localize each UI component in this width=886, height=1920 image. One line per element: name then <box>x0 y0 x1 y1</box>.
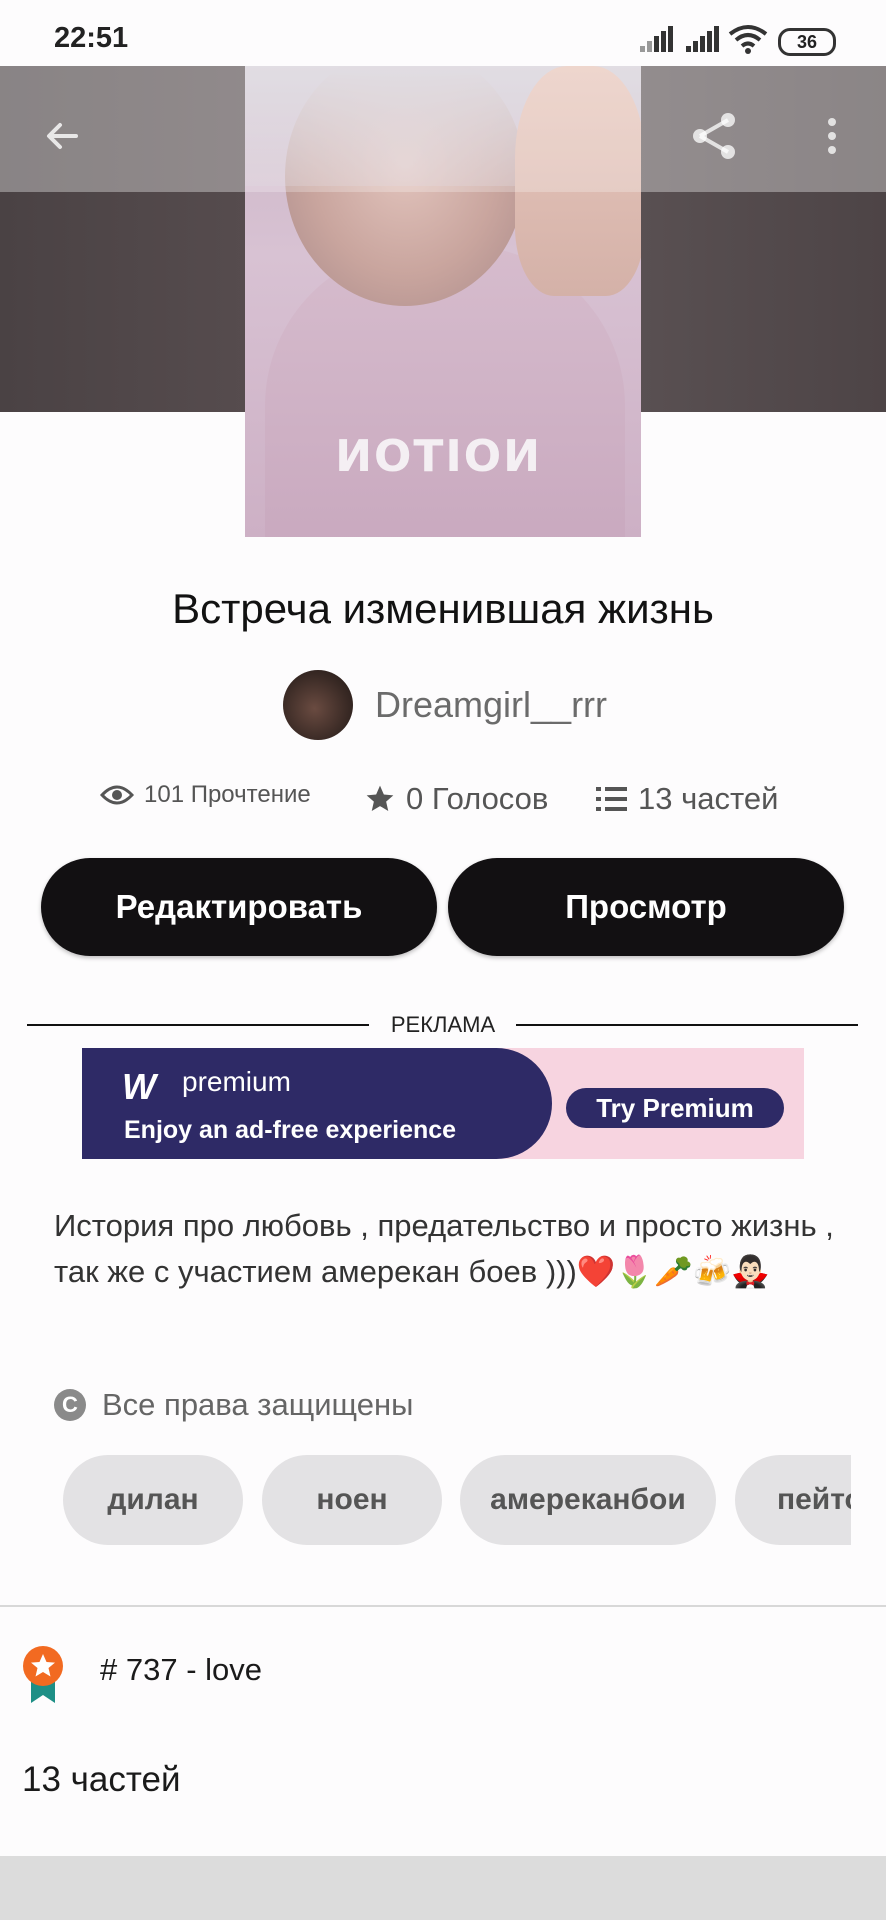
ranking-badge-icon <box>23 1646 63 1703</box>
tag-chip[interactable]: дилан <box>63 1455 243 1545</box>
cover-print-text: NOITON <box>333 431 540 482</box>
tag-chip[interactable]: ноен <box>262 1455 442 1545</box>
ad-banner[interactable]: W premium Enjoy an ad-free experience Tr… <box>82 1048 804 1159</box>
story-title: Встреча изменившая жизнь <box>172 585 714 632</box>
preview-button[interactable]: Просмотр <box>448 858 844 956</box>
story-cover-image[interactable]: NOITON <box>245 66 641 537</box>
reads-stat: 101 Прочтение <box>100 781 311 809</box>
status-bar: 22:51 36 <box>0 0 886 66</box>
cover-top-overlay <box>245 66 641 192</box>
ranking-text[interactable]: # 737 - love <box>100 1652 262 1688</box>
signal-icon-2 <box>686 26 720 52</box>
ad-brand: premium <box>182 1066 291 1097</box>
battery-icon: 36 <box>778 28 836 56</box>
votes-stat: 0 Голосов <box>364 781 548 817</box>
copyright-icon: C <box>54 1389 86 1421</box>
votes-count: 0 Голосов <box>406 781 549 816</box>
reads-count: 101 Прочтение <box>144 781 311 808</box>
bottom-bar <box>0 1856 886 1920</box>
try-premium-button[interactable]: Try Premium <box>566 1088 784 1128</box>
star-icon <box>366 785 394 811</box>
status-time: 22:51 <box>54 22 129 54</box>
story-description: История про любовь , предательство и про… <box>54 1208 834 1289</box>
parts-count: 13 частей <box>638 781 779 816</box>
author-avatar[interactable] <box>283 670 353 740</box>
ad-divider-right <box>516 1024 858 1026</box>
tag-list[interactable]: дилан ноен амереканбои пейтон <box>63 1455 851 1545</box>
author-name[interactable]: Dreamgirl__rrr <box>375 684 607 726</box>
tag-chip[interactable]: амереканбои <box>460 1455 716 1545</box>
copyright-row: C Все права защищены <box>54 1387 413 1423</box>
tag-chip[interactable]: пейтон <box>735 1455 851 1545</box>
wifi-icon <box>728 25 768 54</box>
eye-icon <box>100 785 134 805</box>
section-divider <box>0 1605 886 1607</box>
ad-divider-left <box>27 1024 369 1026</box>
ad-tagline: Enjoy an ad-free experience <box>124 1116 457 1144</box>
parts-stat: 13 частей <box>596 781 778 817</box>
signal-icon <box>640 26 674 52</box>
ad-label: РЕКЛАМА <box>390 1012 496 1037</box>
list-icon <box>596 787 627 811</box>
parts-heading: 13 частей <box>22 1760 181 1799</box>
more-options-icon[interactable] <box>802 106 862 166</box>
copyright-text: Все права защищены <box>102 1387 414 1422</box>
share-icon[interactable] <box>684 106 744 166</box>
edit-button[interactable]: Редактировать <box>41 858 437 956</box>
wattpad-logo: W <box>122 1066 156 1107</box>
back-arrow-icon[interactable] <box>32 106 92 166</box>
